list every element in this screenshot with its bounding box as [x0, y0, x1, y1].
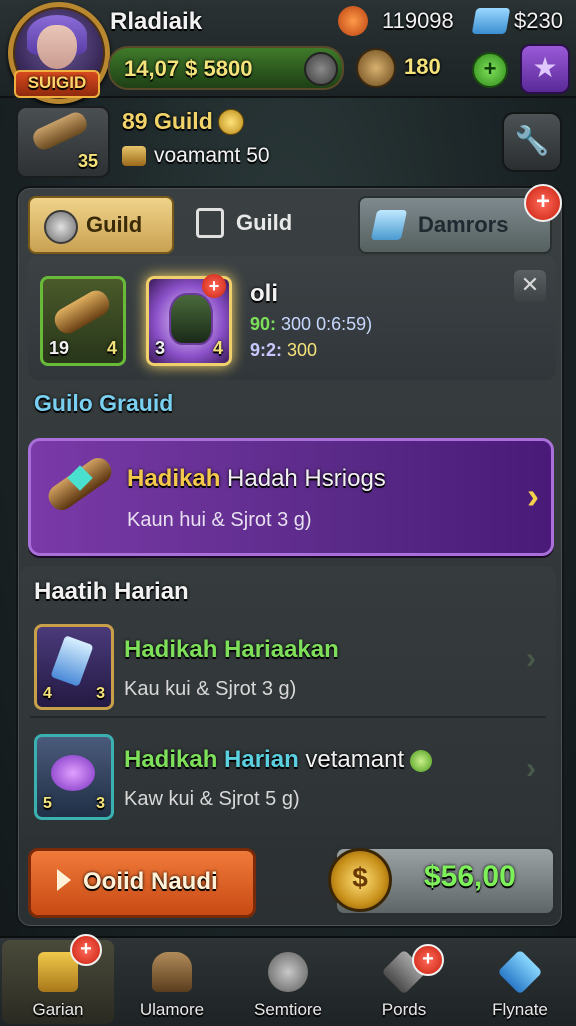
claim-button-label: Ooiid Naudi — [83, 868, 218, 895]
quest-title: Hadikah Hariaakan — [124, 636, 339, 663]
purchase-price: $56,00 — [424, 860, 516, 893]
search-icon — [268, 952, 308, 992]
featured-quest-card[interactable]: Hadikah Hadah Hsriogs Kaun hui & Sjrot 3… — [28, 438, 554, 556]
star-button[interactable]: ★ — [520, 44, 570, 94]
reward-line-2: 9:2: 300 — [250, 340, 317, 361]
quest-title-part: Hadikah — [124, 746, 225, 773]
reward-item-slot[interactable]: 19 4 — [40, 276, 126, 366]
gold-add-icon[interactable] — [304, 52, 338, 86]
featured-quest-title-highlight: Hadikah — [127, 465, 221, 492]
crystal-icon — [50, 635, 94, 687]
gem-icon — [410, 749, 433, 772]
quest-icon-left-number: 5 — [43, 795, 52, 812]
reward-line-2-value: 300 — [287, 340, 318, 360]
trophy-icon — [356, 48, 396, 88]
chevron-right-icon: › — [526, 752, 536, 785]
tab-label: Damrors — [418, 212, 509, 237]
quest-desc: Kau kui & Sjrot 3 g) — [124, 678, 297, 700]
crystal-icon — [370, 210, 408, 240]
reward-line-1: 90: 300 0:6:59) — [250, 314, 372, 335]
reward-line-1-value: 300 0:6:59) — [281, 314, 373, 334]
quest-row[interactable]: 4 3 Hadikah Hariaakan Kau kui & Sjrot 3 … — [30, 618, 546, 718]
guild-item-box[interactable]: 35 — [16, 106, 110, 178]
quest-icon-right-number: 3 — [96, 685, 105, 702]
avatar-face — [37, 25, 77, 69]
item-count: 19 — [49, 338, 70, 358]
resource1-value: 119098 — [382, 8, 454, 33]
notification-badge: + — [524, 184, 562, 222]
daily-quests-title: Haatih Harian — [34, 578, 189, 605]
nav-item-ulamore[interactable]: Ulamore — [116, 940, 228, 1024]
quest-title: Hadikah Harian vetamant — [124, 746, 433, 774]
quest-icon-right-number: 3 — [96, 795, 105, 812]
quest-title-part: Harian — [224, 746, 299, 773]
featured-quest-desc: Kaun hui & Sjrot 3 g) — [127, 509, 312, 531]
featured-quest-title-rest: Hadah Hsriogs — [220, 465, 386, 492]
quest-icon-left-number: 4 — [43, 685, 52, 702]
quest-desc: Kaw kui & Sjrot 5 g) — [124, 788, 300, 810]
close-button[interactable]: ✕ — [514, 270, 546, 302]
guild-shield-icon — [44, 210, 78, 244]
nav-item-semtiore[interactable]: Semtiore — [232, 940, 344, 1024]
nav-item-flynate[interactable]: Flynate — [464, 940, 576, 1024]
quest-title-part: vetamant — [298, 746, 405, 773]
coin-icon — [218, 109, 244, 135]
settings-wrench-button[interactable]: 🔧 — [502, 112, 562, 172]
reward-title: oli — [250, 280, 278, 307]
coin-icon: $ — [328, 848, 392, 912]
section-title: Guilo Grauid — [34, 390, 174, 416]
nav-label: Flynate — [492, 1000, 548, 1019]
nav-label: Pords — [381, 1000, 427, 1019]
potion-icon — [51, 755, 95, 791]
notification-badge: + — [202, 274, 226, 298]
nav-label: Ulamore — [139, 1000, 205, 1019]
gold-value: 14,07 $ 5800 — [124, 56, 253, 81]
helmet-icon — [152, 952, 192, 992]
guild-subtitle: voamamt 50 — [154, 144, 270, 167]
guild-title: 89 Guild — [122, 108, 213, 134]
guild-item-count: 35 — [77, 151, 98, 171]
player-name: Rladiaik — [110, 8, 203, 35]
item-level: 4 — [106, 338, 117, 358]
gem-icon — [471, 8, 511, 34]
avatar-level-badge: SUIGID — [14, 70, 100, 98]
reward-line-1-label: 90: — [250, 314, 277, 334]
quest-row[interactable]: 5 3 Hadikah Harian vetamant Kaw kui & Sj… — [30, 728, 546, 826]
cannon-icon — [29, 109, 91, 153]
gold-counter[interactable]: 14,07 $ 5800 — [108, 46, 344, 90]
tab-label: Guild — [86, 212, 143, 237]
nav-item-pords[interactable]: Pords — [348, 940, 460, 1024]
nav-label: Garian — [32, 1000, 84, 1019]
chevron-right-icon: › — [526, 642, 536, 675]
item-count: 3 — [155, 338, 166, 358]
tab-damage[interactable]: Damrors — [358, 196, 552, 254]
featured-quest-title: Hadikah Hadah Hsriogs — [127, 465, 386, 493]
search-icon — [196, 208, 224, 238]
notification-badge: + — [412, 944, 444, 976]
resource3-value: 180 — [404, 54, 441, 79]
quest-icon: 5 3 — [34, 734, 114, 820]
chevron-right-icon: › — [527, 475, 539, 516]
crystal-icon — [497, 949, 543, 995]
item-level: 4 — [212, 338, 223, 358]
claim-button[interactable]: Ooiid Naudi — [28, 848, 256, 918]
cannon-icon — [50, 286, 114, 338]
goblin-icon — [169, 293, 213, 345]
tab-guild-search[interactable]: Guild — [182, 196, 342, 250]
chest-icon — [122, 146, 146, 166]
tab-guild[interactable]: Guild — [28, 196, 174, 254]
reward-line-2-label: 9:2: — [250, 340, 283, 360]
quest-icon: 4 3 — [34, 624, 114, 710]
resource2-value: $230 — [514, 8, 563, 33]
nav-label: Semtiore — [253, 1000, 323, 1019]
play-icon — [57, 869, 71, 891]
notification-badge: + — [70, 934, 102, 966]
add-resource-button[interactable]: + — [472, 52, 508, 88]
tab-label: Guild — [236, 210, 293, 235]
